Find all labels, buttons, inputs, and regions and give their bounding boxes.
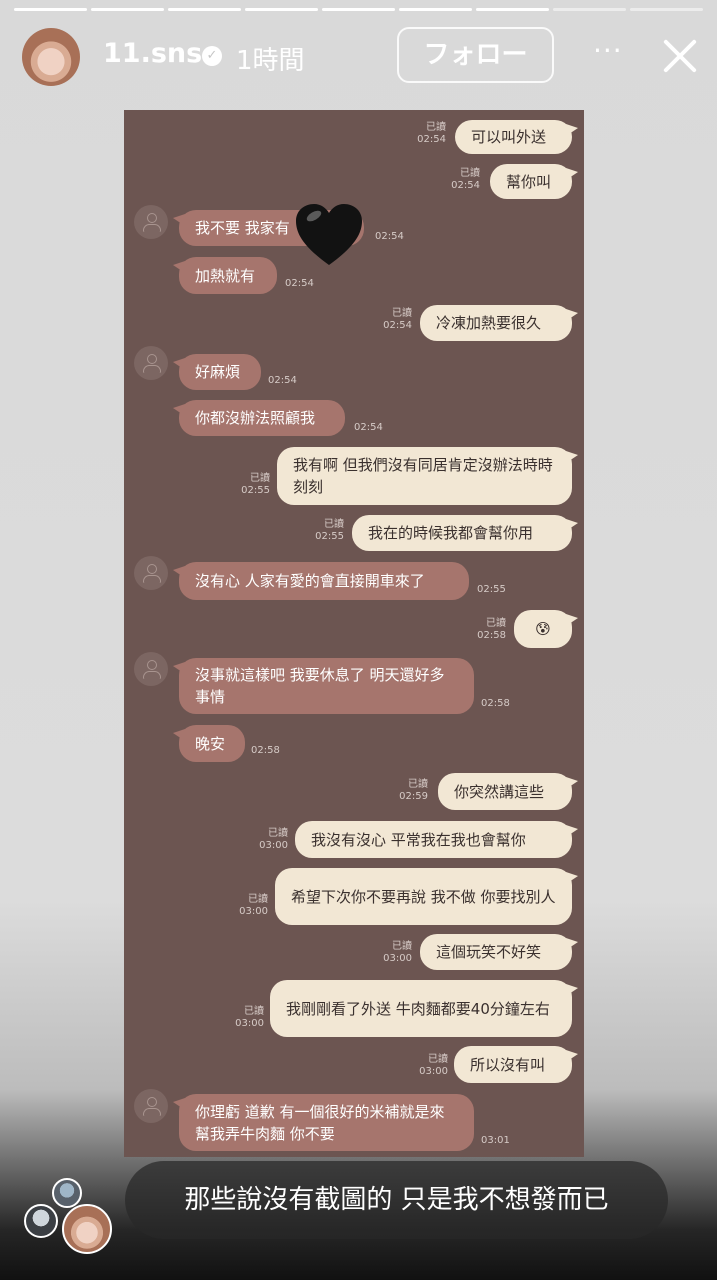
my-message-bubble: 希望下次你不要再說 我不做 你要找別人: [275, 868, 578, 925]
story-progress-segment: [245, 8, 318, 11]
message-time: 02:54: [354, 422, 383, 433]
read-receipt: 已讀 02:55: [241, 473, 270, 496]
message-time: 02:54: [285, 278, 314, 289]
story-header: 11.sns ✓ 1時間 フォロー ···: [0, 24, 717, 90]
contact-avatar: [134, 556, 168, 590]
story-progress-segment: [553, 8, 626, 11]
their-message-bubble: 加熱就有: [173, 257, 277, 294]
read-receipt: 已讀 03:00: [419, 1054, 448, 1077]
my-message-bubble: 我在的時候我都會幫你用: [352, 515, 578, 551]
contact-avatar: [134, 652, 168, 686]
read-receipt: 已讀 02:58: [477, 618, 506, 641]
message-time: 02:55: [477, 584, 506, 595]
their-message-bubble: 你理虧 道歉 有一個很好的米補就是來幫我弄牛肉麵 你不要: [173, 1094, 474, 1151]
story-progress-segment: [322, 8, 395, 11]
viewer-avatar[interactable]: [62, 1204, 112, 1254]
message-time: 02:54: [375, 231, 404, 242]
read-receipt: 已讀 02:54: [383, 308, 412, 331]
story-progress-segment: [91, 8, 164, 11]
contact-avatar: [134, 346, 168, 380]
read-receipt: 已讀 02:59: [399, 779, 428, 802]
my-message-bubble: 😰: [514, 610, 578, 648]
follow-button[interactable]: フォロー: [397, 27, 554, 83]
message-time: 02:58: [481, 698, 510, 709]
story-progress-segment: [476, 8, 549, 11]
read-receipt: 已讀 02:54: [417, 122, 446, 145]
their-message-bubble: 你都沒辦法照顧我: [173, 400, 345, 436]
their-message-bubble: 晚安: [173, 725, 245, 762]
message-time: 03:01: [481, 1135, 510, 1146]
message-time: 02:54: [268, 375, 297, 386]
close-icon[interactable]: [658, 34, 702, 78]
read-receipt: 已讀 03:00: [383, 941, 412, 964]
black-heart-icon: [296, 204, 362, 265]
their-message-bubble: 沒有心 人家有愛的會直接開車來了: [173, 562, 469, 600]
contact-avatar: [134, 205, 168, 239]
username[interactable]: 11.sns: [103, 38, 202, 69]
my-message-bubble: 可以叫外送: [455, 120, 578, 154]
my-message-bubble: 我剛剛看了外送 牛肉麵都要40分鐘左右: [270, 980, 578, 1037]
their-message-bubble: 沒事就這樣吧 我要休息了 明天還好多事情: [173, 658, 474, 714]
read-receipt: 已讀 03:00: [259, 828, 288, 851]
my-message-bubble: 這個玩笑不好笑: [420, 934, 578, 970]
story-progress-segment: [14, 8, 87, 11]
story-progress-segment: [399, 8, 472, 11]
my-message-bubble: 你突然講這些: [438, 773, 578, 810]
profile-avatar[interactable]: [22, 28, 80, 86]
viewer-avatar[interactable]: [24, 1204, 58, 1238]
read-receipt: 已讀 02:55: [315, 519, 344, 542]
viewer-avatar[interactable]: [52, 1178, 82, 1208]
their-message-bubble: 好麻煩: [173, 354, 261, 390]
my-message-bubble: 我有啊 但我們沒有同居肯定沒辦法時時刻刻: [277, 447, 578, 505]
story-progress-segment: [630, 8, 703, 11]
story-caption: 那些說沒有截圖的 只是我不想發而已: [125, 1161, 668, 1239]
read-receipt: 已讀 03:00: [235, 1006, 264, 1029]
read-receipt: 已讀 02:54: [451, 168, 480, 191]
story-progress-bar: [14, 8, 703, 11]
my-message-bubble: 冷凍加熱要很久: [420, 305, 578, 341]
story-progress-segment: [168, 8, 241, 11]
my-message-bubble: 幫你叫: [490, 164, 578, 199]
my-message-bubble: 我沒有沒心 平常我在我也會幫你: [295, 821, 578, 858]
contact-avatar: [134, 1089, 168, 1123]
message-time: 02:58: [251, 745, 280, 756]
my-message-bubble: 所以沒有叫: [454, 1046, 578, 1083]
verified-badge-icon: ✓: [202, 46, 222, 66]
read-receipt: 已讀 03:00: [239, 894, 268, 917]
chat-screenshot: 已讀 02:54 可以叫外送 已讀 02:54 幫你叫 我不要 我家有 02:54 …: [124, 110, 584, 1157]
post-time: 1時間: [236, 46, 305, 76]
more-options-icon[interactable]: ···: [593, 34, 623, 67]
